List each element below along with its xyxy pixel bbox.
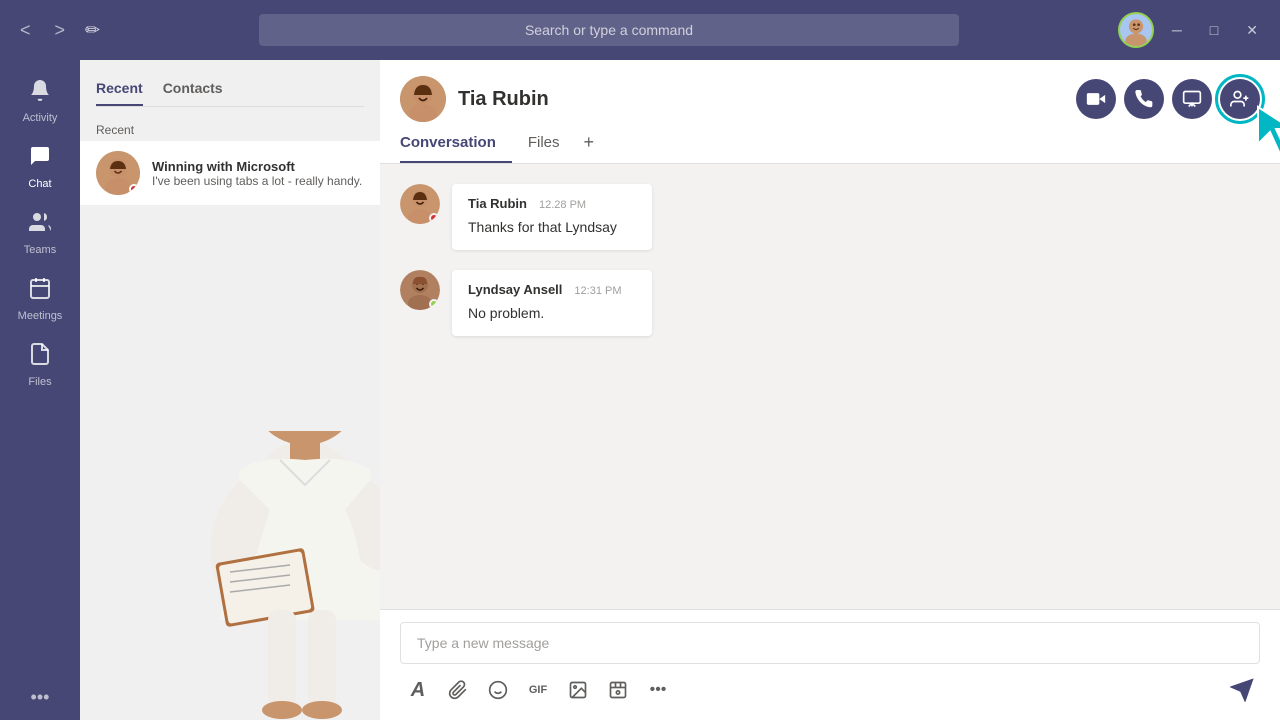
screen-share-button[interactable] [1172, 79, 1212, 119]
msg-avatar-lyndsay [400, 270, 440, 310]
sidebar-item-teams[interactable]: Teams [5, 200, 75, 266]
sidebar-item-files[interactable]: Files [5, 332, 75, 398]
add-tab-button[interactable]: + [576, 124, 603, 161]
chat-items: Winning with Microsoft I've been using t… [80, 141, 380, 431]
more-button[interactable]: ••• [19, 675, 62, 720]
msg-time-2: 12:31 PM [574, 285, 621, 297]
title-bar: < > ✏ Search or type a command ─ □ ✕ [0, 0, 1280, 60]
status-indicator [129, 184, 139, 194]
chat-header-actions [1076, 79, 1260, 119]
video-call-button[interactable] [1076, 79, 1116, 119]
meetings-label: Meetings [18, 310, 63, 322]
more-toolbar-button[interactable]: ••• [640, 672, 676, 708]
msg-text-1: Thanks for that Lyndsay [468, 217, 636, 238]
title-bar-right: ─ □ ✕ [1106, 12, 1280, 48]
sticker-button[interactable] [560, 672, 596, 708]
sidebar-item-activity[interactable]: Activity [5, 68, 75, 134]
chat-item[interactable]: Winning with Microsoft I've been using t… [80, 141, 380, 206]
activity-icon [28, 78, 52, 108]
gif-button[interactable]: GIF [520, 672, 556, 708]
files-label: Files [28, 376, 51, 388]
illustration-container [80, 431, 380, 720]
chat-list-header: Recent Contacts Recent [80, 60, 380, 141]
chat-header-left: Tia Rubin [400, 76, 549, 122]
chat-label: Chat [28, 178, 51, 190]
tab-contacts[interactable]: Contacts [163, 80, 223, 106]
chat-item-content: Winning with Microsoft I've been using t… [152, 159, 364, 188]
format-text-button[interactable]: A [400, 672, 436, 708]
tab-conversation[interactable]: Conversation [400, 122, 512, 163]
chat-list-panel: Recent Contacts Recent Winning with Micr… [80, 60, 380, 720]
sidebar-item-meetings[interactable]: Meetings [5, 266, 75, 332]
chat-item-preview: I've been using tabs a lot - really hand… [152, 174, 364, 188]
back-button[interactable]: < [12, 16, 39, 45]
audio-call-button[interactable] [1124, 79, 1164, 119]
messages-area: Tia Rubin 12.28 PM Thanks for that Lynds… [380, 164, 1280, 609]
chat-header-name: Tia Rubin [458, 88, 549, 111]
input-placeholder: Type a new message [417, 635, 549, 651]
tab-files[interactable]: Files [512, 122, 576, 163]
main-chat: Tia Rubin [380, 60, 1280, 720]
forward-button[interactable]: > [47, 16, 74, 45]
message-2: Lyndsay Ansell 12:31 PM No problem. [400, 270, 1260, 336]
msg-meta-1: Tia Rubin 12.28 PM [468, 196, 636, 211]
maximize-button[interactable]: □ [1200, 18, 1228, 42]
search-placeholder: Search or type a command [525, 22, 693, 38]
msg-sender-2: Lyndsay Ansell [468, 282, 562, 297]
teams-icon [28, 210, 52, 240]
msg-time-1: 12.28 PM [539, 199, 586, 211]
sidebar-item-chat[interactable]: Chat [5, 134, 75, 200]
activity-label: Activity [23, 112, 58, 124]
meetings-icon [28, 276, 52, 306]
lyndsay-status [429, 299, 439, 309]
close-button[interactable]: ✕ [1236, 18, 1268, 43]
user-avatar[interactable] [1118, 12, 1154, 48]
tia-status [429, 213, 439, 223]
schedule-button[interactable] [600, 672, 636, 708]
chat-subheader: Recent [96, 115, 364, 141]
msg-bubble-2: Lyndsay Ansell 12:31 PM No problem. [452, 270, 652, 336]
teams-label: Teams [24, 244, 56, 256]
emoji-button[interactable] [480, 672, 516, 708]
msg-avatar-tia [400, 184, 440, 224]
person-illustration [160, 431, 380, 720]
message-input-area: Type a new message A GIF [380, 609, 1280, 720]
message-input-box[interactable]: Type a new message [400, 622, 1260, 664]
conversation-tabs: Conversation Files + [380, 122, 1280, 164]
attach-button[interactable] [440, 672, 476, 708]
minimize-button[interactable]: ─ [1162, 18, 1192, 42]
chat-item-avatar [96, 151, 140, 195]
message-1: Tia Rubin 12.28 PM Thanks for that Lynds… [400, 184, 1260, 250]
chat-tabs: Recent Contacts [96, 80, 364, 107]
search-bar[interactable]: Search or type a command [259, 14, 959, 46]
send-button[interactable] [1224, 672, 1260, 708]
nav-controls: < > ✏ [0, 16, 112, 45]
msg-sender-1: Tia Rubin [468, 196, 527, 211]
sidebar: Activity Chat Teams [0, 60, 80, 720]
msg-text-2: No problem. [468, 303, 636, 324]
files-icon [28, 342, 52, 372]
msg-bubble-1: Tia Rubin 12.28 PM Thanks for that Lynds… [452, 184, 652, 250]
add-people-button[interactable] [1220, 79, 1260, 119]
compose-icon[interactable]: ✏ [85, 20, 100, 41]
message-toolbar: A GIF [400, 672, 1260, 708]
chat-item-name: Winning with Microsoft [152, 159, 364, 174]
chat-header: Tia Rubin [380, 60, 1280, 122]
tab-recent[interactable]: Recent [96, 80, 143, 106]
chat-header-avatar [400, 76, 446, 122]
chat-icon [28, 144, 52, 174]
msg-meta-2: Lyndsay Ansell 12:31 PM [468, 282, 636, 297]
